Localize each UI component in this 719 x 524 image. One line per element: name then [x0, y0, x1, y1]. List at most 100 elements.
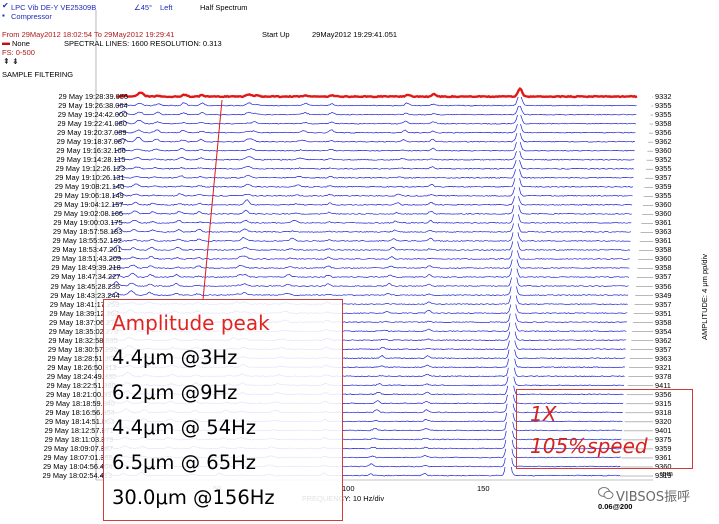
timestamp-label: 29 May 18:45:28.235	[50, 281, 120, 291]
spectrum-fill	[114, 129, 635, 143]
rpm-value: 9358	[655, 119, 672, 129]
timestamp-label: 29 May 19:28:39.056	[58, 92, 128, 101]
timestamp-label: 29 May 18:21:00.337	[45, 389, 116, 399]
spectrum-fill	[108, 275, 629, 296]
rpm-unit-label: rpm	[660, 469, 673, 478]
spectrum-trace	[116, 87, 638, 99]
timestamp-label: 29 May 19:18:37.087	[56, 137, 127, 147]
rpm-value: 9351	[655, 308, 672, 318]
timestamp-label: 29 May 18:47:34.227	[50, 272, 121, 282]
spectrum-fill	[112, 179, 633, 197]
rpm-value: 9363	[655, 227, 672, 237]
spectrum-fill	[113, 156, 634, 170]
timestamp-label: 29 May 19:20:37.089	[57, 128, 127, 138]
spectrum-fill	[113, 163, 634, 179]
timestamp-label: 29 May 18:57:58.183	[52, 227, 123, 237]
timestamp-label: 29 May 18:12:57.371	[44, 425, 114, 435]
rpm-value: 9349	[655, 290, 672, 300]
rpm-value: 9358	[655, 317, 672, 327]
spectrum-trace	[108, 273, 629, 296]
rpm-value: 9356	[655, 281, 672, 291]
timestamp-label: 29 May 19:08:21.140	[54, 182, 125, 192]
speed-label: 105%speed	[530, 434, 648, 458]
x-tick-150: 150	[477, 484, 490, 493]
timestamp-label: 29 May 18:37:06.270	[49, 317, 119, 327]
spectrum-trace	[109, 233, 631, 251]
spectrum-fill	[110, 233, 631, 251]
rpm-value: 9361	[655, 236, 672, 246]
timestamp-label: 29 May 19:10:26.131	[55, 173, 125, 183]
timestamp-label: 29 May 18:28:51.305	[47, 353, 117, 363]
timestamp-label: 29 May 19:16:32.106	[56, 146, 126, 156]
timestamp-label: 29 May 18:51:43.209	[51, 254, 122, 264]
spectrum-trace	[114, 137, 635, 152]
rpm-value: 9355	[655, 101, 672, 111]
rpm-value: 9357	[655, 272, 672, 282]
rpm-value: 9360	[655, 146, 672, 156]
timestamp-label: 29 May 18:18:59.346	[45, 398, 116, 408]
rpm-value: 9321	[655, 362, 672, 372]
timestamp-label: 29 May 18:32:58.035	[48, 335, 118, 345]
timestamp-label: 29 May 18:26:50.313	[47, 362, 117, 372]
timestamp-label: 29 May 19:14:28.115	[56, 155, 126, 165]
rpm-value: 9359	[655, 182, 672, 192]
timestamp-label: 29 May 19:02:08.166	[53, 209, 124, 219]
timestamp-label: 29 May 18:11:03.379	[44, 434, 114, 444]
spectrum-trace	[114, 129, 636, 143]
amplitude-peak-title: Amplitude peak	[112, 311, 270, 335]
spectrum-trace	[111, 195, 632, 215]
peak-65hz: 6.5μm @ 65Hz	[112, 451, 257, 474]
timestamp-label: 29 May 19:06:18.149	[54, 191, 124, 201]
timestamp-label: 29 May 18:55:52.192	[52, 236, 122, 246]
spectrum-fill	[114, 148, 635, 161]
timestamp-label: 29 May 18:24:49.330	[46, 371, 117, 381]
peak-3hz: 4.4μm @3Hz	[112, 346, 238, 369]
peak-54hz: 4.4μm @ 54Hz	[112, 416, 257, 439]
timestamp-label: 29 May 18:35:02.279	[48, 326, 119, 336]
rpm-value: 9352	[655, 155, 672, 165]
wechat-icon	[598, 487, 614, 500]
spectrum-trace	[110, 215, 632, 233]
peak-9hz: 6.2μm @9Hz	[112, 381, 238, 404]
timestamp-label: 29 May 18:02:54.413	[42, 471, 112, 480]
spectrum-trace	[113, 155, 634, 170]
rpm-value: 9356	[655, 128, 672, 138]
rpm-value: 9360	[655, 200, 672, 210]
timestamp-label: 29 May 18:04:56.404	[42, 461, 113, 471]
rpm-value: 9354	[655, 326, 672, 336]
rpm-value: 9360	[655, 209, 672, 219]
rpm-value: 9358	[655, 245, 672, 255]
rpm-value: 9361	[655, 218, 672, 228]
rpm-value: 9357	[655, 173, 672, 183]
spectrum-fill	[109, 251, 630, 269]
spectrum-fill	[116, 105, 637, 116]
spectrum-trace	[114, 147, 635, 161]
spectrum-fill	[114, 138, 635, 152]
rpm-value: 9378	[655, 371, 672, 381]
timestamp-label: 29 May 18:49:39.218	[51, 263, 121, 273]
rpm-value: 9357	[655, 344, 672, 354]
watermark: VIBSOS振呼	[616, 490, 691, 505]
spectrum-fill	[110, 215, 631, 233]
spectrum-trace	[112, 169, 634, 188]
rpm-value: 9360	[655, 254, 672, 264]
timestamp-label: 29 May 19:00:03.175	[53, 218, 123, 228]
x-tick-100: 100	[342, 484, 355, 493]
timestamp-label: 29 May 18:16:56.354	[45, 407, 115, 417]
rpm-value: 9362	[655, 137, 672, 147]
1x-label: 1X	[530, 402, 557, 426]
spectrum-trace	[112, 190, 633, 206]
spectrum-trace	[109, 250, 630, 269]
timestamp-label: 29 May 18:14:51.363	[44, 416, 115, 426]
timestamp-label: 29 May 18:30:57.296	[47, 344, 118, 354]
rpm-value: 9362	[655, 335, 672, 345]
rpm-value: 9363	[655, 353, 672, 363]
spectrum-fill	[112, 191, 633, 206]
spectrum-trace	[116, 104, 637, 116]
spectrum-trace	[113, 163, 634, 179]
rpm-value: 9357	[655, 299, 672, 309]
timestamp-label: 29 May 19:26:38.064	[58, 101, 128, 111]
timestamp-label: 29 May 18:39:12.262	[49, 308, 119, 318]
y-axis-label: AMPLITUDE: 4 μm pp/div	[700, 253, 709, 340]
spectrum-fill	[111, 196, 632, 215]
